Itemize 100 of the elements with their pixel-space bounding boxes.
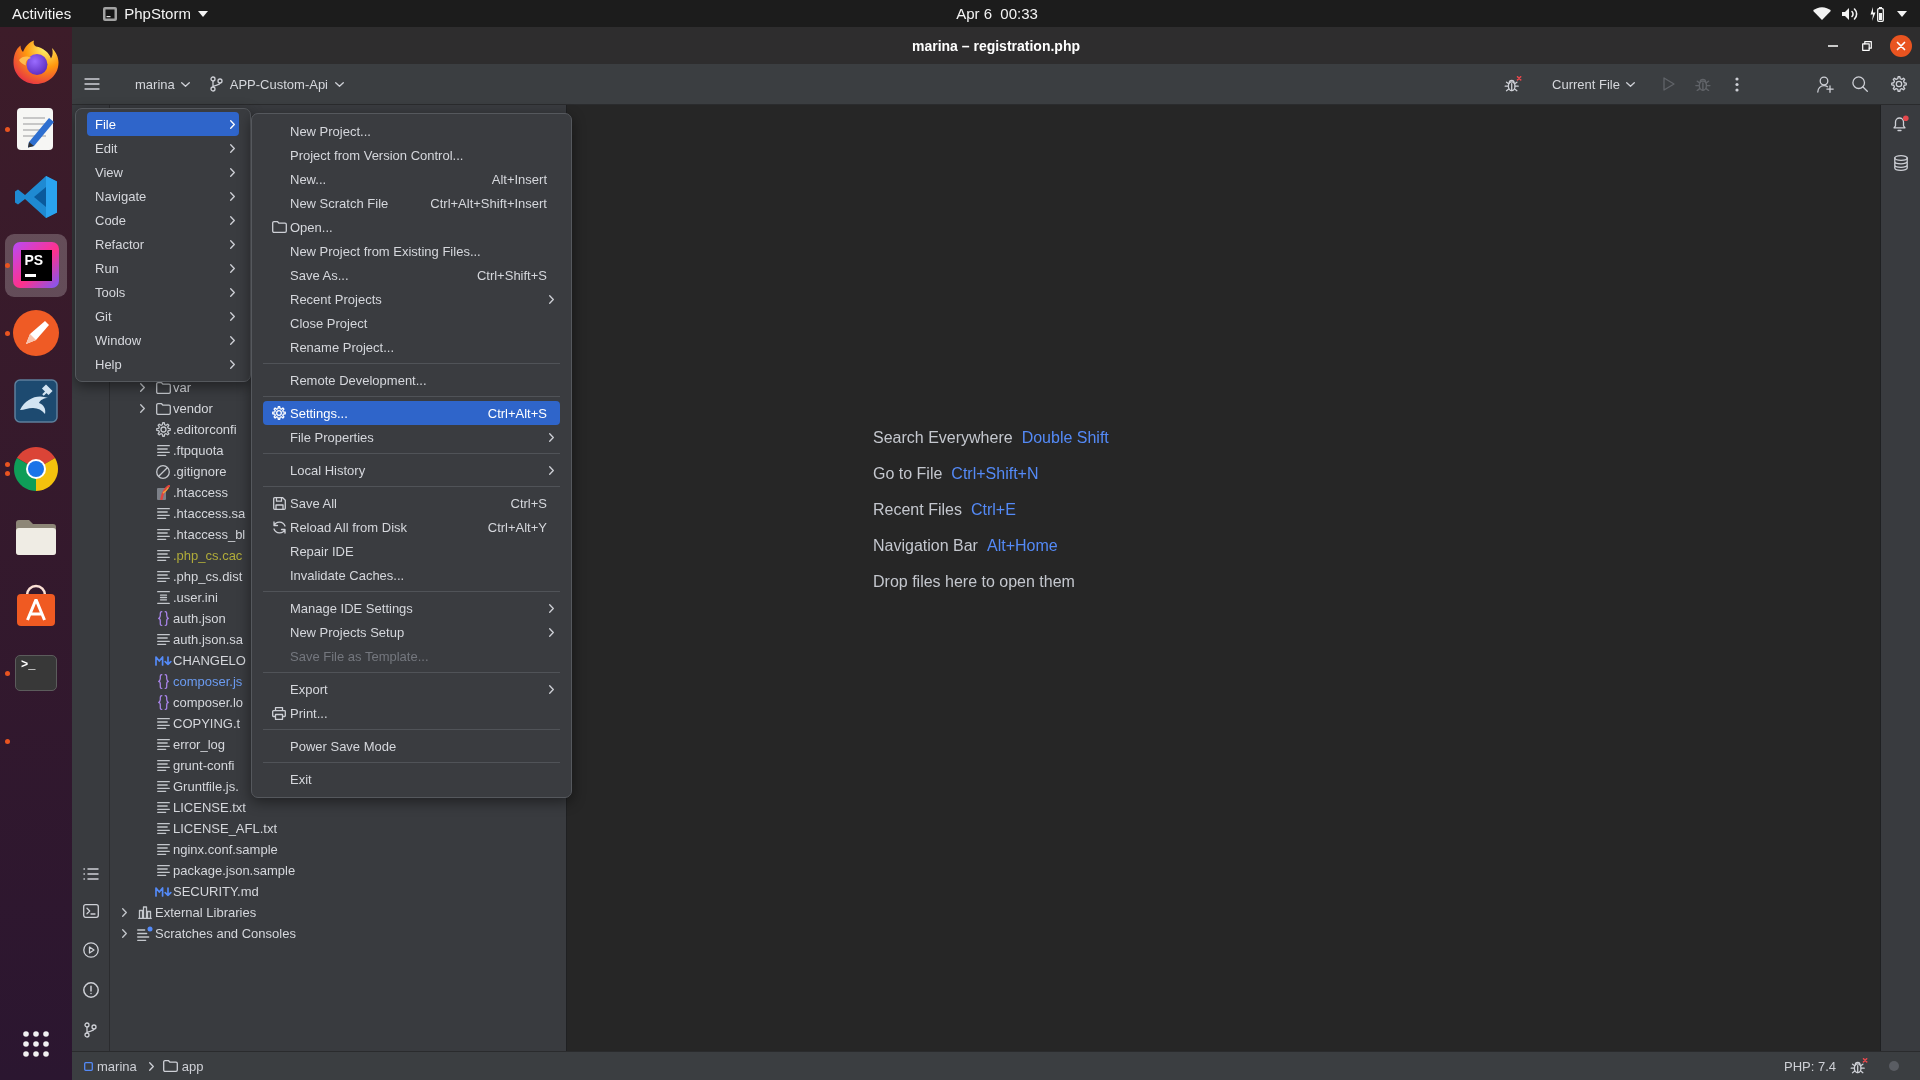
menu-item[interactable]: Settings... Ctrl+Alt+S — [263, 401, 560, 425]
tree-item[interactable]: .htaccess — [173, 485, 228, 500]
tree-item[interactable]: SECURITY.md — [173, 884, 259, 899]
settings-icon[interactable] — [1891, 76, 1907, 92]
chevron-right-icon[interactable] — [139, 383, 145, 392]
menu-item[interactable]: Recent Projects — [263, 287, 560, 311]
php-version[interactable]: PHP: 7.4 — [1783, 1058, 1836, 1074]
problems-icon[interactable] — [82, 982, 99, 998]
menu-item[interactable]: Run — [87, 256, 239, 280]
add-user-icon[interactable] — [1817, 75, 1834, 93]
shortcut-label: Ctrl+Alt+Y — [487, 519, 547, 535]
app-grid-icon[interactable] — [23, 1031, 49, 1057]
menu-item[interactable]: Export — [263, 677, 560, 701]
menu-item[interactable]: Exit — [263, 767, 560, 791]
tree-item[interactable]: COPYING.t — [173, 716, 241, 731]
menu-item[interactable]: Help — [87, 352, 239, 376]
menu-item[interactable]: New Projects Setup — [263, 620, 560, 644]
chevron-right-icon[interactable] — [121, 908, 127, 917]
tree-item[interactable]: vendor — [173, 401, 213, 416]
debug-listener-icon[interactable] — [1504, 76, 1523, 92]
project-selector[interactable]: marina — [129, 72, 196, 96]
volume-icon[interactable] — [1841, 6, 1858, 21]
tree-item[interactable]: LICENSE.txt — [173, 800, 246, 815]
menu-item[interactable]: Save As... Ctrl+Shift+S — [263, 263, 560, 287]
more-icon[interactable] — [1735, 76, 1739, 92]
tree-item[interactable]: .php_cs.cac — [173, 548, 243, 563]
wifi-icon[interactable] — [1813, 7, 1831, 20]
tree-item[interactable]: package.json.sample — [173, 863, 296, 878]
tree-item[interactable]: .htaccess_bl — [173, 527, 246, 542]
app-menu[interactable]: PhpStorm — [103, 5, 208, 22]
chevron-right-icon[interactable] — [139, 404, 145, 413]
breadcrumb[interactable]: marina — [84, 1058, 137, 1074]
menu-item[interactable]: Repair IDE — [263, 539, 560, 563]
tree-item[interactable]: .htaccess.sa — [173, 506, 246, 521]
restore-icon[interactable] — [1862, 40, 1872, 51]
menu-item[interactable]: Project from Version Control... — [263, 143, 560, 167]
branch-selector[interactable]: APP-Custom-Api — [203, 72, 350, 96]
menu-item[interactable]: File — [87, 112, 239, 136]
menu-item[interactable]: Window — [87, 328, 239, 352]
minimize-icon[interactable] — [1828, 44, 1838, 47]
caret-icon[interactable] — [1897, 10, 1907, 17]
tree-item[interactable]: .php_cs.dist — [173, 569, 243, 584]
tree-item[interactable]: grunt-confi — [173, 758, 235, 773]
tree-item[interactable]: Gruntfile.js. — [173, 779, 239, 794]
tree-item[interactable]: .ftpquota — [173, 443, 224, 458]
close-icon[interactable] — [1890, 34, 1912, 57]
menu-item[interactable]: New Scratch File Ctrl+Alt+Shift+Insert — [263, 191, 560, 215]
tree-item[interactable]: External Libraries — [155, 905, 257, 920]
menu-item[interactable]: Local History — [263, 458, 560, 482]
menu-item[interactable]: New Project from Existing Files... — [263, 239, 560, 263]
run-configuration-selector[interactable]: Current File — [1546, 72, 1641, 96]
tree-item[interactable]: LICENSE_AFL.txt — [173, 821, 278, 836]
terminal-icon[interactable] — [82, 904, 99, 918]
clock[interactable]: Apr 6 00:33 — [956, 5, 1038, 22]
menu-item[interactable]: Git — [87, 304, 239, 328]
breadcrumb[interactable]: app — [162, 1058, 204, 1074]
menu-item[interactable]: Reload All from Disk Ctrl+Alt+Y — [263, 515, 560, 539]
menu-item[interactable]: Invalidate Caches... — [263, 563, 560, 587]
menu-item[interactable]: Code — [87, 208, 239, 232]
menu-item[interactable]: Save All Ctrl+S — [263, 491, 560, 515]
dock-launcher[interactable]: >_ — [5, 641, 67, 705]
menu-item[interactable]: Print... — [263, 701, 560, 725]
tree-item[interactable]: error_log — [173, 737, 226, 752]
database-icon[interactable] — [1893, 155, 1908, 171]
dock-launcher[interactable]: PS — [5, 233, 67, 297]
menu-item[interactable]: Edit — [87, 136, 239, 160]
menu-item[interactable]: New... Alt+Insert — [263, 167, 560, 191]
tree-item[interactable]: .user.ini — [173, 590, 218, 605]
activities-button[interactable]: Activities — [12, 5, 72, 22]
menu-item[interactable]: Rename Project... — [263, 335, 560, 359]
menu-item[interactable]: Refactor — [87, 232, 239, 256]
menu-item[interactable]: Remote Development... — [263, 368, 560, 392]
menu-item[interactable]: Power Save Mode — [263, 734, 560, 758]
menu-item[interactable]: View — [87, 160, 239, 184]
menu-item[interactable]: File Properties — [263, 425, 560, 449]
chevron-right-icon[interactable] — [121, 929, 127, 938]
bell-icon[interactable] — [1892, 115, 1909, 132]
tree-item[interactable]: auth.json.sa — [173, 632, 244, 647]
services-icon[interactable] — [82, 942, 99, 958]
debug-listener-icon[interactable] — [1850, 1058, 1868, 1074]
battery-icon[interactable] — [1870, 5, 1884, 22]
search-icon[interactable] — [1852, 76, 1868, 92]
tree-item[interactable]: nginx.conf.sample — [173, 842, 278, 857]
tree-item[interactable]: CHANGELO — [173, 653, 246, 668]
tree-item[interactable]: auth.json — [173, 611, 226, 626]
menu-item[interactable]: Manage IDE Settings — [263, 596, 560, 620]
menu-item[interactable]: Tools — [87, 280, 239, 304]
tree-item[interactable]: composer.lo — [173, 695, 244, 710]
tree-item[interactable]: Scratches and Consoles — [155, 926, 296, 941]
structure-list-icon[interactable] — [82, 868, 99, 880]
tree-item[interactable]: .gitignore — [173, 464, 227, 479]
menu-icon[interactable] — [84, 78, 100, 90]
menu-item[interactable]: Close Project — [263, 311, 560, 335]
tree-item[interactable]: .editorconfi — [173, 422, 237, 437]
menu-item[interactable]: New Project... — [263, 119, 560, 143]
git-branch-icon[interactable] — [84, 1022, 97, 1038]
menu-item[interactable]: Navigate — [87, 184, 239, 208]
tree-item[interactable]: var — [173, 380, 192, 395]
menu-item[interactable]: Open... — [263, 215, 560, 239]
tree-item[interactable]: composer.js — [173, 674, 243, 689]
